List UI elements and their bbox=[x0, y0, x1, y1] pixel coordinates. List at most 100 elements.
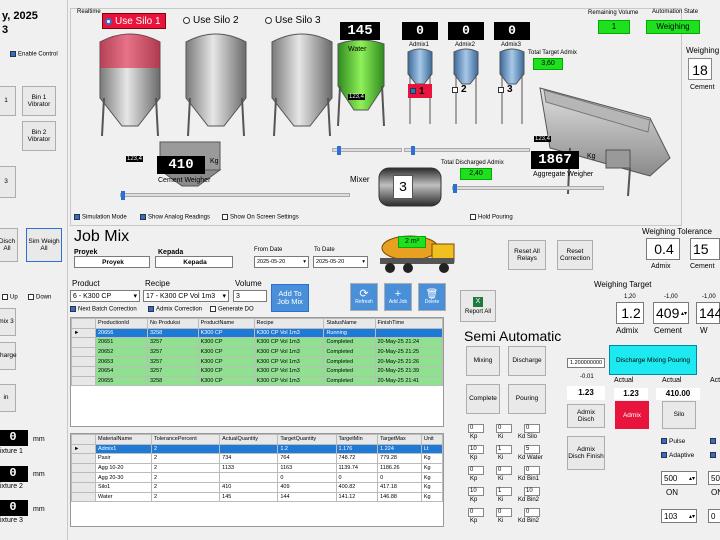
recipe-select[interactable]: 17 - K300 CP Vol 1m3 ▾ bbox=[143, 290, 229, 302]
add-job-button[interactable]: + Add Job bbox=[384, 283, 412, 311]
show-onscreen-checkbox[interactable]: Show On Screen Settings bbox=[222, 214, 299, 221]
pulse-on2-input[interactable]: 50 bbox=[708, 471, 720, 485]
simulation-mode-checkbox[interactable]: Simulation Mode bbox=[74, 214, 127, 221]
proyek-field[interactable]: Proyek bbox=[74, 256, 150, 268]
next-batch-checkbox[interactable]: Next Batch Correction bbox=[70, 306, 137, 313]
table-row[interactable]: ► Admix1 2 1.2 1.176 1.224 Lt bbox=[71, 443, 443, 455]
kp-bin2-input[interactable]: 10 bbox=[468, 487, 484, 496]
pulse-checkbox[interactable]: Pulse bbox=[661, 438, 685, 445]
admix-target-input[interactable]: 1.2 bbox=[616, 302, 644, 324]
off2-input[interactable]: 0 bbox=[708, 509, 720, 523]
kd-water-input[interactable]: 5 bbox=[524, 445, 540, 454]
generate-do-checkbox[interactable]: Generate DO bbox=[210, 306, 254, 313]
down-checkbox[interactable]: Down bbox=[28, 294, 51, 301]
mattable-header[interactable] bbox=[71, 434, 96, 445]
mattable-header[interactable]: TargetMin bbox=[335, 434, 379, 445]
admix-disch-finish-button[interactable]: Admix Disch Finish bbox=[567, 436, 605, 470]
table-row[interactable]: Water 2 145 144 141.12 146.88 Kg bbox=[71, 491, 443, 503]
table-row[interactable]: 20653 3257 K300 CP K300 CP Vol 1m3 Completed… bbox=[71, 356, 443, 367]
admix-disch-button[interactable]: Admix Disch bbox=[567, 404, 605, 428]
volume-input[interactable]: 3 bbox=[233, 290, 267, 302]
disch-all-button[interactable]: Disch All bbox=[0, 228, 18, 262]
add-to-jobmix-button[interactable]: Add To Job Mix bbox=[271, 284, 309, 312]
refresh-button[interactable]: ⟳ Refresh bbox=[350, 283, 378, 311]
admix-correction-checkbox[interactable]: Admix Correction bbox=[148, 306, 202, 313]
cement-slider[interactable] bbox=[120, 191, 350, 200]
table-row[interactable]: 20655 3258 K300 CP K300 CP Vol 1m3 Completed… bbox=[71, 375, 443, 387]
kp-bin1-input[interactable]: 0 bbox=[468, 466, 484, 475]
bin2-vibrator-button[interactable]: Bin 2 Vibrator bbox=[22, 121, 56, 151]
admix1-select[interactable]: 1 bbox=[408, 84, 432, 98]
admix-button[interactable]: Admix bbox=[615, 401, 649, 429]
table-row[interactable]: Pasir 2 734 764 748.72 779.28 Kg bbox=[71, 453, 443, 464]
silo-button[interactable]: Silo bbox=[662, 401, 696, 429]
jobtable-header[interactable]: ProductionId bbox=[95, 318, 148, 329]
cement-target-input[interactable]: 409 ▴▾ bbox=[653, 302, 689, 324]
kd-bin2-input[interactable]: 10 bbox=[524, 487, 540, 496]
jobtable-header[interactable]: ProductName bbox=[197, 318, 255, 329]
hold-pouring-checkbox[interactable]: Hold Pouring bbox=[470, 214, 513, 221]
in-button[interactable]: in bbox=[0, 384, 16, 412]
use-silo1-radio[interactable]: Use Silo 1 bbox=[102, 13, 166, 29]
mattable-header[interactable]: MaterialName bbox=[95, 434, 152, 445]
admix-slider[interactable] bbox=[404, 146, 530, 155]
charge-button[interactable]: Charge bbox=[0, 342, 17, 370]
show-analog-checkbox[interactable]: Show Analog Readings bbox=[140, 214, 210, 221]
cement-tolerance-input[interactable]: 15 bbox=[690, 238, 720, 260]
pouring-button[interactable]: Pouring bbox=[508, 384, 546, 414]
mixing-button[interactable]: Mixing bbox=[466, 346, 500, 376]
jobtable-header[interactable]: Recipe bbox=[253, 318, 325, 329]
mattable-header[interactable]: ActualQuantity bbox=[219, 434, 279, 445]
admix-tolerance-input[interactable]: 0.4 bbox=[646, 238, 680, 260]
button-1[interactable]: 1 bbox=[0, 86, 16, 116]
discharge-mixing-pouring-button[interactable]: Discharge Mixing Pouring bbox=[609, 345, 697, 375]
table-row[interactable]: 20652 3257 K300 CP K300 CP Vol 1m3 Completed… bbox=[71, 346, 443, 358]
up-checkbox[interactable]: Up bbox=[2, 294, 18, 301]
material-table[interactable]: MaterialName TolerancePercent ActualQuanti… bbox=[70, 433, 444, 527]
kepada-field[interactable]: Kepada bbox=[155, 256, 233, 268]
pulse2-checkbox[interactable] bbox=[710, 438, 718, 445]
ki-water-input[interactable]: 1 bbox=[496, 445, 512, 454]
admix2-select[interactable]: 2 bbox=[452, 84, 467, 95]
mattable-header[interactable]: TargetQuantity bbox=[277, 434, 337, 445]
ki-silo-input[interactable]: 0 bbox=[496, 424, 512, 433]
table-row[interactable]: 20651 3257 K300 CP K300 CP Vol 1m3 Completed… bbox=[71, 337, 443, 348]
water-slider[interactable] bbox=[332, 146, 402, 155]
use-silo3-radio[interactable]: Use Silo 3 bbox=[265, 15, 321, 26]
mattable-header[interactable]: Unit bbox=[420, 434, 443, 445]
discharge-button[interactable]: Discharge bbox=[508, 346, 546, 376]
mattable-header[interactable]: TargetMax bbox=[377, 434, 422, 445]
admix3-select[interactable]: 3 bbox=[498, 84, 513, 95]
delete-button[interactable]: 🗑 Delete bbox=[418, 283, 446, 311]
ki-bin1-input[interactable]: 0 bbox=[496, 466, 512, 475]
kp-bin3-input[interactable]: 0 bbox=[468, 508, 484, 517]
table-row[interactable]: ► 20656 3258 K300 CP K300 CP Vol 1m3 Running bbox=[71, 327, 443, 339]
off-input[interactable]: 103 ▴▾ bbox=[661, 509, 697, 523]
kd-silo-input[interactable]: 0 bbox=[524, 424, 540, 433]
water-target-input[interactable]: 144 bbox=[696, 302, 720, 324]
aggregate-slider[interactable] bbox=[452, 184, 604, 193]
complete-button[interactable]: Complete bbox=[466, 384, 500, 414]
bin1-vibrator-button[interactable]: Bin 1 Vibrator bbox=[22, 86, 56, 116]
ki-bin2-input[interactable]: 1 bbox=[496, 487, 512, 496]
table-row[interactable]: Agg 20-30 2 0 0 0 Kg bbox=[71, 472, 443, 483]
jobtable-header[interactable]: FinishTime bbox=[374, 318, 443, 329]
jobtable-header[interactable] bbox=[71, 318, 96, 329]
report-all-button[interactable]: X Report All bbox=[460, 290, 496, 322]
to-date-picker[interactable]: 2025-05-20 ▾ bbox=[313, 256, 368, 268]
jobtable-header[interactable]: StatusName bbox=[323, 318, 376, 329]
table-row[interactable]: Silo1 2 410 409 400.82 417.18 Kg bbox=[71, 481, 443, 493]
kd-bin1-input[interactable]: 0 bbox=[524, 466, 540, 475]
adaptive2-checkbox[interactable] bbox=[710, 452, 718, 459]
kd-bin3-input[interactable]: 0 bbox=[524, 508, 540, 517]
job-table[interactable]: ProductionId No Produksi ProductName Recipe… bbox=[70, 317, 444, 427]
adaptive-checkbox[interactable]: Adaptive bbox=[661, 452, 694, 459]
mattable-header[interactable]: TolerancePercent bbox=[150, 434, 221, 445]
kp-water-input[interactable]: 10 bbox=[468, 445, 484, 454]
table-row[interactable]: Agg 10-20 2 1133 1163 1139.74 1186.26 Kg bbox=[71, 462, 443, 474]
table-row[interactable]: 20654 3257 K300 CP K300 CP Vol 1m3 Completed… bbox=[71, 365, 443, 377]
kp-silo-input[interactable]: 0 bbox=[468, 424, 484, 433]
from-date-picker[interactable]: 2025-05-20 ▾ bbox=[254, 256, 309, 268]
sim-weigh-all-button[interactable]: Sim Weigh All bbox=[26, 228, 62, 262]
mix3-button[interactable]: mix 3 bbox=[0, 308, 16, 336]
